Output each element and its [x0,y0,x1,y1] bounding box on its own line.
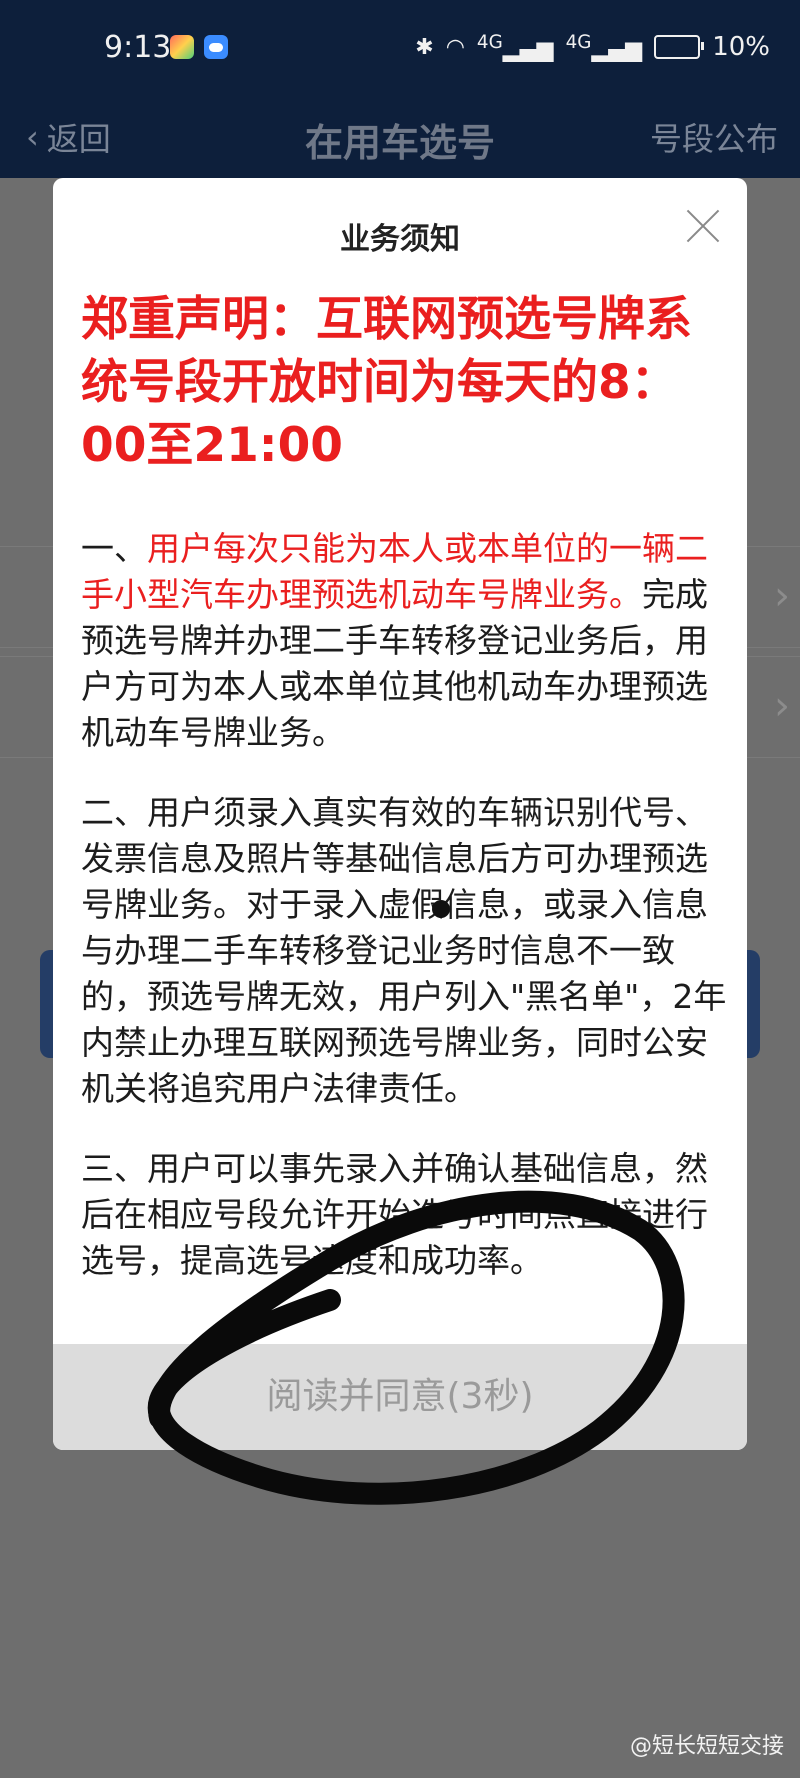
notice-paragraph-1: 一、用户每次只能为本人或本单位的一辆二手小型汽车办理预选机动车号牌业务。完成预选… [81,529,708,752]
notice-paragraph-3: 三、用户可以事先录入并确认基础信息，然后在相应号段允许开始选号时间点直接进行选号… [81,1149,708,1280]
declaration-text: 郑重声明：互联网预选号牌系统号段开放时间为每天的8：00至21:00 [81,292,692,473]
status-bar: 9:13 ✱ ◠ 4G▂▄▆ 4G▂▄▆ 10% [0,0,800,100]
app-notification-icon [170,35,194,59]
status-time: 9:13 [104,30,172,65]
notice-modal: 业务须知 郑重声明：互联网预选号牌系统号段开放时间为每天的8：00至21:00 … [53,178,747,1450]
bluetooth-icon: ✱ [415,34,434,60]
signal-icon-2: 4G▂▄▆ [565,32,643,63]
signal-icon: 4G▂▄▆ [476,32,554,63]
scroll-fade [53,1288,747,1344]
read-and-agree-button[interactable]: 阅读并同意(3秒) [53,1344,747,1450]
cloud-notification-icon [204,35,228,59]
touch-indicator [432,900,450,918]
battery-icon [654,35,705,60]
watermark: @短长短短交接 [629,1734,784,1759]
battery-level: 10% [712,32,770,63]
chevron-right-icon-2: › [774,683,790,729]
segment-announcement-link[interactable]: 号段公布 [650,114,778,160]
notice-body: 一、用户每次只能为本人或本单位的一辆二手小型汽车办理预选机动车号牌业务。完成预选… [81,526,731,1318]
status-indicators: ✱ ◠ 4G▂▄▆ 4G▂▄▆ 10% [415,32,770,62]
wifi-icon: ◠ [445,34,465,60]
nav-bar: ‹ 返回 在用车选号 号段公布 [0,100,800,178]
chevron-right-icon: › [774,573,790,619]
modal-title: 业务须知 [340,222,460,257]
close-icon[interactable] [685,208,721,244]
notice-paragraph-2: 二、用户须录入真实有效的车辆识别代号、发票信息及照片等基础信息后方可办理预选号牌… [81,793,727,1108]
